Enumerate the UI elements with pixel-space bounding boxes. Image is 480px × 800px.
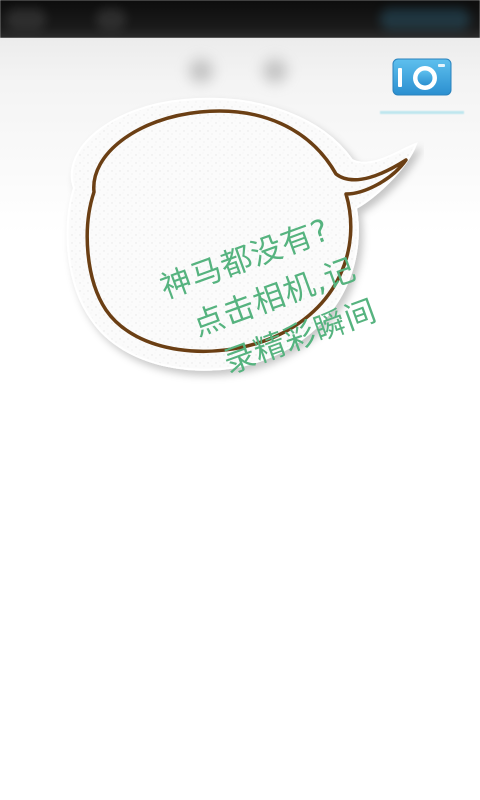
status-indicator bbox=[96, 8, 126, 30]
empty-state-bubble: 神马都没有? 点击相机,记 录精彩瞬间 bbox=[54, 88, 424, 388]
menu-icon bbox=[256, 52, 294, 90]
status-bar bbox=[0, 0, 480, 38]
menu-icon bbox=[182, 52, 220, 90]
screen: 神马都没有? 点击相机,记 录精彩瞬间 bbox=[0, 0, 480, 800]
status-indicator bbox=[6, 8, 46, 30]
status-indicator bbox=[380, 8, 470, 30]
